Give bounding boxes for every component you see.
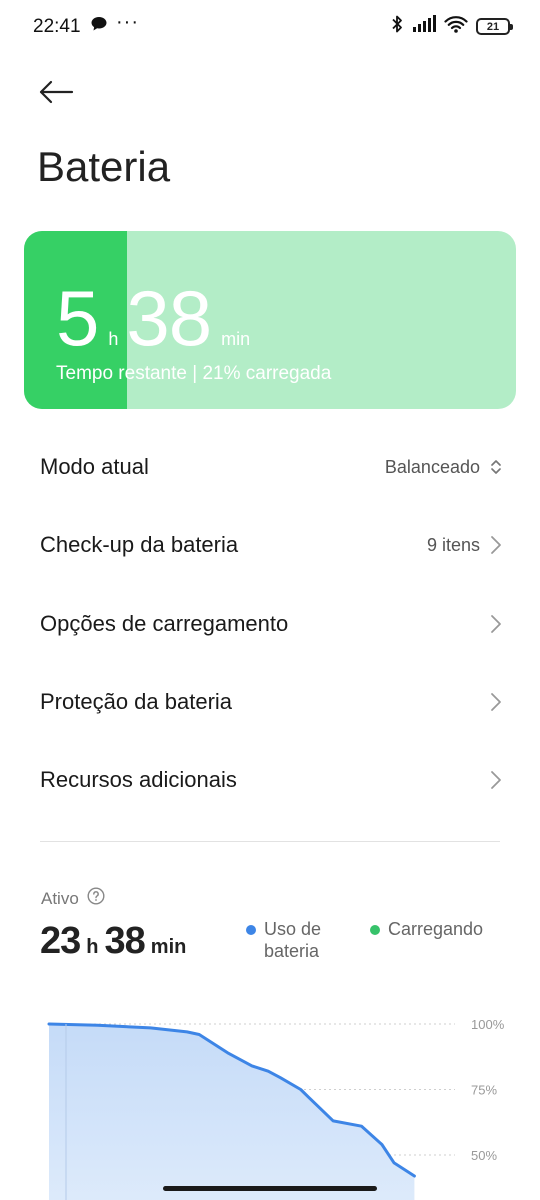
battery-protection-row[interactable]: Proteção da bateria xyxy=(40,672,502,732)
legend-charging-label: Carregando xyxy=(388,919,484,939)
battery-checkup-label: Check-up da bateria xyxy=(40,532,239,557)
charging-options-row[interactable]: Opções de carregamento xyxy=(40,594,502,654)
additional-features-label: Recursos adicionais xyxy=(40,767,237,792)
y-tick-label: 100% xyxy=(471,1017,505,1032)
home-indicator[interactable] xyxy=(163,1186,377,1191)
chevron-right-icon xyxy=(491,536,501,554)
active-time-value: 23 h 38 min xyxy=(40,920,192,963)
active-hours-unit: h xyxy=(86,936,99,958)
wifi-icon xyxy=(444,15,468,38)
current-mode-label: Modo atual xyxy=(40,454,149,479)
current-mode-row[interactable]: Modo atual Balanceado xyxy=(40,437,502,497)
charging-dot-icon xyxy=(370,925,380,935)
status-bar: 22:41 ··· 21 xyxy=(0,0,540,52)
active-label: Ativo xyxy=(41,888,79,908)
bluetooth-icon xyxy=(390,14,404,39)
y-tick-label: 75% xyxy=(471,1083,497,1098)
battery-checkup-count: 9 itens xyxy=(426,534,480,555)
y-tick-label: 50% xyxy=(471,1148,497,1163)
chevron-right-icon xyxy=(491,615,501,633)
status-icons: 21 xyxy=(390,14,513,39)
chat-bubble-icon xyxy=(90,16,108,37)
battery-remaining-card: 5 h 38 min Tempo restante | 21% carregad… xyxy=(24,231,516,409)
current-mode-value: Balanceado xyxy=(384,456,480,477)
chevron-right-icon xyxy=(491,771,501,789)
battery-status-text: Tempo restante | 21% carregada xyxy=(56,363,332,384)
battery-level-chart: 100% 75% 50% xyxy=(47,1017,505,1200)
legend-charging: Carregando xyxy=(370,918,483,940)
chevron-up-down-icon xyxy=(491,460,501,474)
legend-usage-label: Uso de bateria xyxy=(264,919,322,961)
charging-options-label: Opções de carregamento xyxy=(40,611,289,636)
minutes-unit: min xyxy=(221,329,251,349)
additional-features-row[interactable]: Recursos adicionais xyxy=(40,750,502,810)
legend-battery-usage: Uso de bateria xyxy=(246,918,321,962)
battery-usage-area xyxy=(49,1024,415,1200)
more-notifications-icon: ··· xyxy=(116,11,139,33)
status-time: 22:41 xyxy=(33,16,81,37)
section-divider xyxy=(40,841,500,842)
help-icon[interactable] xyxy=(87,887,105,910)
signal-icon xyxy=(412,15,436,38)
active-minutes: 38 xyxy=(104,920,146,962)
battery-level-badge: 21 xyxy=(476,18,513,35)
arrow-left-icon xyxy=(39,80,74,104)
usage-dot-icon xyxy=(246,925,256,935)
chevron-right-icon xyxy=(491,693,501,711)
hours-unit: h xyxy=(108,329,119,349)
page-title: Bateria xyxy=(37,143,171,190)
hours-value: 5 xyxy=(56,274,99,362)
active-time-header: Ativo xyxy=(41,887,105,910)
active-minutes-unit: min xyxy=(150,936,187,958)
battery-checkup-row[interactable]: Check-up da bateria 9 itens xyxy=(40,515,502,575)
back-button[interactable] xyxy=(34,70,78,114)
time-remaining: 5 h 38 min xyxy=(56,273,258,364)
minutes-value: 38 xyxy=(126,274,212,362)
battery-protection-label: Proteção da bateria xyxy=(40,689,233,714)
active-hours: 23 xyxy=(40,920,81,962)
